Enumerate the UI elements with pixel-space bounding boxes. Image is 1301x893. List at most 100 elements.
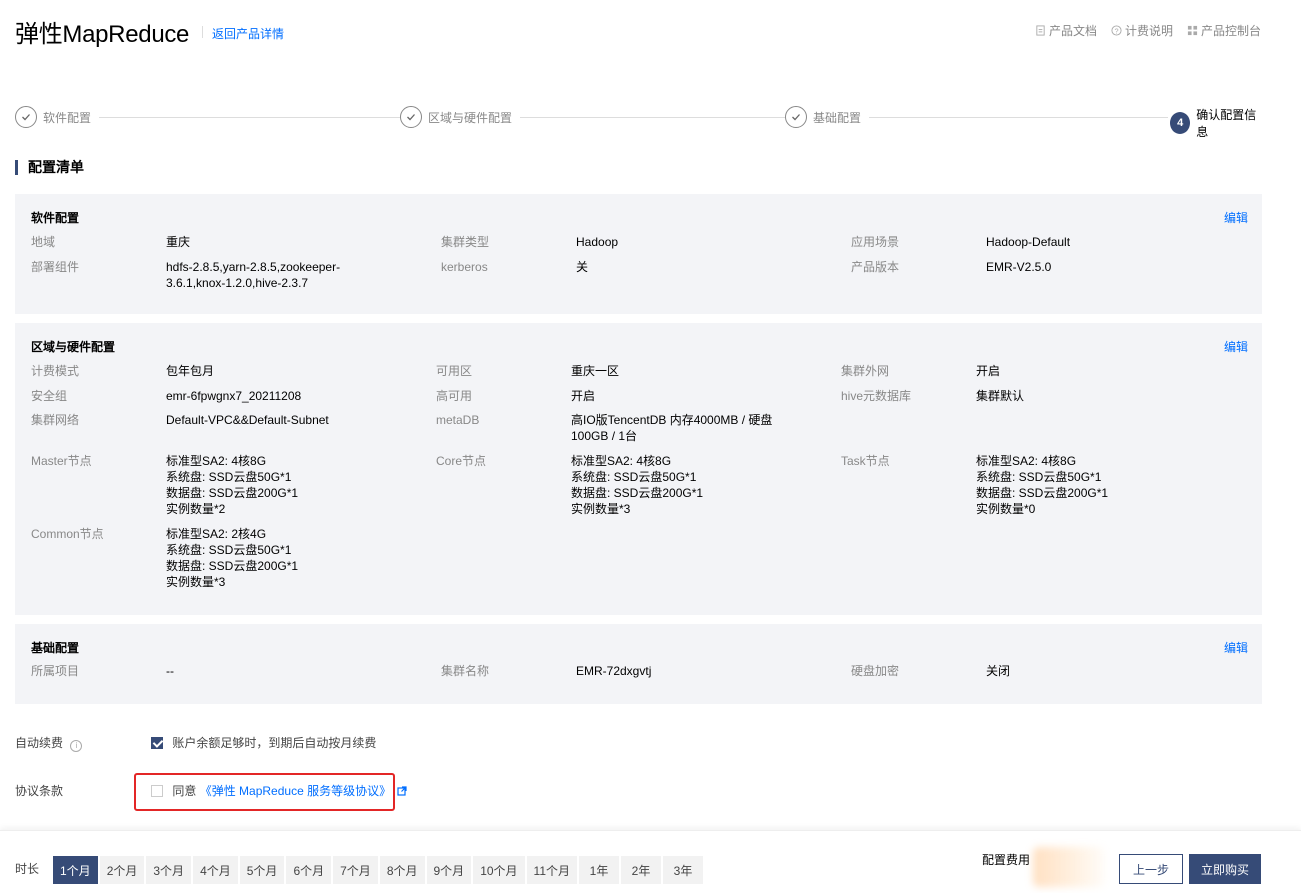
duration-option[interactable]: 6个月 [286, 856, 332, 884]
duration-option[interactable]: 7个月 [333, 856, 378, 884]
kv-value: 开启 [976, 364, 1001, 378]
step-number: 4 [1170, 112, 1191, 134]
duration-option[interactable]: 4个月 [193, 856, 238, 884]
step-software: 软件配置 [15, 106, 100, 128]
kv-key: 计费模式 [31, 364, 80, 378]
auto-renew-description: 账户余额足够时，到期后自动按月续费 [172, 736, 377, 750]
product-docs-link[interactable]: 产品文档 [1035, 22, 1097, 39]
kv-value: 标准型SA2: 4核8G 系统盘: SSD云盘50G*1 数据盘: SSD云盘2… [976, 454, 1109, 516]
svg-text:?: ? [1114, 26, 1118, 35]
kv-value: hdfs-2.8.5,yarn-2.8.5,zookeeper-3.6.1,kn… [166, 260, 341, 290]
kv-value: 标准型SA2: 2核4G 系统盘: SSD云盘50G*1 数据盘: SSD云盘2… [166, 527, 299, 589]
duration-option[interactable]: 9个月 [426, 856, 472, 884]
page-title: 弹性MapReduce [15, 21, 190, 48]
auto-renew-option[interactable]: 账户余额足够时，到期后自动按月续费 [151, 734, 376, 751]
agreement-prefix: 同意 [172, 784, 197, 798]
document-icon [1036, 25, 1045, 36]
kv-value: Default-VPC&&Default-Subnet [166, 413, 329, 427]
duration-option[interactable]: 2年 [621, 856, 662, 884]
step-connector [95, 117, 403, 118]
buy-now-button[interactable]: 立即购买 [1189, 854, 1261, 884]
grid-icon [1187, 25, 1198, 36]
fee-label: 配置费用 [982, 853, 1031, 867]
kv-value: 标准型SA2: 4核8G 系统盘: SSD云盘50G*1 数据盘: SSD云盘2… [166, 454, 299, 516]
billing-info-link[interactable]: ? 计费说明 [1111, 22, 1173, 39]
kv-key: 集群类型 [441, 235, 490, 249]
agreement-option[interactable]: 同意 《弹性 MapReduce 服务等级协议》 [151, 782, 408, 799]
product-docs-label: 产品文档 [1048, 24, 1097, 38]
kv-value: 标准型SA2: 4核8G 系统盘: SSD云盘50G*1 数据盘: SSD云盘2… [571, 454, 704, 516]
kv-value: EMR-72dxgvtj [576, 664, 652, 678]
edit-software-button[interactable]: 编辑 [1224, 209, 1248, 226]
duration-option[interactable]: 11个月 [526, 856, 578, 884]
duration-option[interactable]: 3个月 [146, 856, 192, 884]
header: 弹性MapReduce 返回产品详情 产品文档 ? 计费说明 产品控制台 [0, 0, 1301, 60]
auto-renew-text: 自动续费 [15, 736, 64, 750]
sla-agreement-link[interactable]: 《弹性 MapReduce 服务等级协议》 [200, 784, 391, 798]
kv-value: -- [166, 664, 174, 678]
previous-step-button[interactable]: 上一步 [1119, 854, 1183, 884]
auto-renew-label: 自动续费 i [15, 734, 83, 752]
fee-amount-redacted [1033, 847, 1105, 887]
kv-value: 包年包月 [166, 364, 215, 378]
step-label: 确认配置信息 [1196, 108, 1257, 139]
help-circle-icon: ? [1111, 25, 1122, 36]
auto-renew-checkbox[interactable] [151, 737, 163, 749]
kv-value: 关 [576, 260, 589, 274]
edit-hardware-button[interactable]: 编辑 [1224, 338, 1248, 355]
kv-key: hive元数据库 [841, 389, 912, 403]
info-icon[interactable]: i [70, 740, 83, 752]
kv-key: 高可用 [436, 389, 473, 403]
step-connector [863, 117, 1168, 118]
kv-value: 重庆 [166, 235, 191, 249]
duration-option[interactable]: 3年 [663, 856, 704, 884]
step-label: 区域与硬件配置 [428, 110, 513, 125]
kv-key: 部署组件 [31, 260, 80, 274]
step-connector [510, 117, 788, 118]
kv-key: kerberos [441, 260, 488, 274]
edit-basic-button[interactable]: 编辑 [1224, 639, 1248, 656]
kv-value: 关闭 [986, 664, 1011, 678]
panel-title: 软件配置 [31, 211, 80, 225]
duration-option[interactable]: 10个月 [473, 856, 525, 884]
kv-key: Common节点 [31, 527, 104, 541]
agreement-checkbox[interactable] [151, 785, 163, 797]
step-confirm: 4 确认配置信息 [1170, 106, 1262, 140]
product-console-link[interactable]: 产品控制台 [1187, 22, 1261, 39]
duration-option[interactable]: 5个月 [239, 856, 285, 884]
billing-info-label: 计费说明 [1124, 24, 1173, 38]
external-link-icon[interactable] [397, 786, 408, 796]
basic-config-panel: 基础配置 编辑 所属项目 -- 集群名称 EMR-72dxgvtj 硬盘加密 关… [15, 624, 1262, 704]
back-to-product-link[interactable]: 返回产品详情 [212, 25, 284, 42]
kv-value: Hadoop [576, 235, 619, 249]
kv-value: emr-6fpwgnx7_20211208 [166, 389, 302, 403]
step-hardware: 区域与硬件配置 [400, 106, 521, 128]
duration-option[interactable]: 8个月 [379, 856, 425, 884]
panel-title: 区域与硬件配置 [31, 340, 116, 354]
duration-option[interactable]: 2个月 [99, 856, 145, 884]
software-config-panel: 软件配置 编辑 地域 重庆 集群类型 Hadoop 应用场景 Hadoop-De… [15, 194, 1262, 314]
kv-key: 集群网络 [31, 413, 80, 427]
duration-options: 1个月 2个月 3个月 4个月 5个月 6个月 7个月 8个月 9个月 10个月 11个月 1年 2年 3… [53, 856, 704, 884]
kv-value: 高IO版TencentDB 内存4000MB / 硬盘100GB / 1台 [571, 413, 773, 443]
kv-key: 可用区 [436, 364, 473, 378]
kv-key: 硬盘加密 [851, 664, 900, 678]
kv-key: Core节点 [436, 454, 487, 468]
step-label: 基础配置 [813, 110, 862, 125]
kv-value: Hadoop-Default [986, 235, 1071, 249]
kv-key: Master节点 [31, 454, 92, 468]
kv-key: 集群外网 [841, 364, 890, 378]
step-label: 软件配置 [43, 110, 92, 125]
step-basic: 基础配置 [785, 106, 870, 128]
kv-key: 地域 [31, 235, 56, 249]
section-title: 配置清单 [15, 160, 84, 175]
kv-key: 集群名称 [441, 664, 490, 678]
kv-key: 产品版本 [851, 260, 900, 274]
kv-key: 安全组 [31, 389, 68, 403]
duration-label: 时长 [15, 862, 40, 876]
kv-key: metaDB [436, 413, 480, 427]
kv-key: Task节点 [841, 454, 890, 468]
duration-option[interactable]: 1年 [579, 856, 620, 884]
duration-option[interactable]: 1个月 [53, 856, 98, 884]
hardware-config-panel: 区域与硬件配置 编辑 计费模式 包年包月 可用区 重庆一区 集群外网 开启 安全… [15, 323, 1262, 615]
